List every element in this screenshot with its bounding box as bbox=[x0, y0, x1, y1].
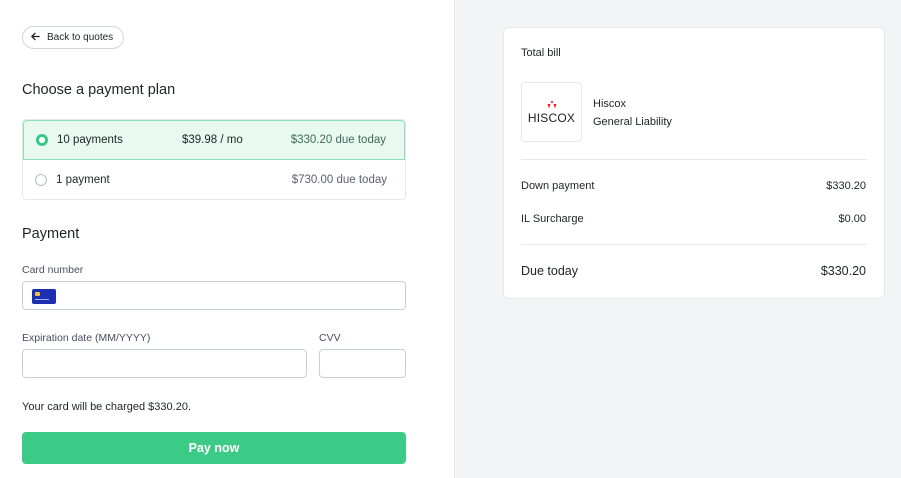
divider bbox=[521, 159, 867, 160]
payment-section-title: Payment bbox=[22, 226, 80, 242]
down-payment-value: $330.20 bbox=[826, 180, 866, 192]
policy-product: General Liability bbox=[593, 116, 672, 128]
charge-note-suffix: . bbox=[187, 401, 191, 413]
credit-card-icon bbox=[32, 289, 56, 304]
plan-due-today: $730.00 due today bbox=[291, 174, 387, 186]
plan-label: 1 payment bbox=[56, 174, 110, 186]
surcharge-value: $0.00 bbox=[838, 213, 866, 225]
plan-section-title: Choose a payment plan bbox=[22, 82, 176, 98]
plan-option-1-payment[interactable]: 1 payment $730.00 due today bbox=[23, 160, 405, 199]
pay-now-button[interactable]: Pay now bbox=[22, 432, 406, 464]
arrow-left-icon bbox=[30, 31, 41, 45]
payment-plan-options: 10 payments $39.98 / mo $330.20 due toda… bbox=[22, 119, 406, 200]
hiscox-mark-icon bbox=[547, 99, 556, 108]
back-to-quotes-button[interactable]: Back to quotes bbox=[22, 26, 124, 49]
carrier-logo-text: HISCOX bbox=[527, 110, 576, 125]
expiration-date-field[interactable] bbox=[22, 349, 307, 378]
card-number-field[interactable] bbox=[22, 281, 406, 310]
plan-monthly-amount: $39.98 / mo bbox=[182, 134, 243, 146]
plan-label: 10 payments bbox=[57, 134, 123, 146]
due-today-value: $330.20 bbox=[820, 264, 866, 278]
charge-note: Your card will be charged $330.20. bbox=[22, 401, 191, 413]
expiration-date-label: Expiration date (MM/YYYY) bbox=[22, 332, 151, 344]
card-number-label: Card number bbox=[22, 264, 84, 276]
cvv-field[interactable] bbox=[319, 349, 406, 378]
charge-note-amount: $330.20 bbox=[148, 401, 188, 413]
back-to-quotes-label: Back to quotes bbox=[47, 32, 114, 43]
plan-option-10-payments[interactable]: 10 payments $39.98 / mo $330.20 due toda… bbox=[23, 120, 405, 160]
cvv-label: CVV bbox=[319, 332, 341, 344]
radio-selected-icon[interactable] bbox=[36, 134, 48, 146]
due-today-label: Due today bbox=[521, 264, 578, 278]
carrier-logo: HISCOX bbox=[521, 82, 582, 142]
radio-unselected-icon[interactable] bbox=[35, 174, 47, 186]
plan-due-today: $330.20 due today bbox=[290, 134, 386, 146]
total-bill-card: Total bill HISCOX Hiscox General Liabili… bbox=[503, 27, 885, 299]
checkout-panel: Back to quotes Choose a payment plan 10 … bbox=[0, 0, 454, 478]
down-payment-label: Down payment bbox=[521, 180, 595, 192]
carrier-name: Hiscox bbox=[593, 98, 627, 110]
surcharge-label: IL Surcharge bbox=[521, 213, 584, 225]
divider bbox=[521, 244, 867, 245]
charge-note-prefix: Your card will be charged bbox=[22, 401, 149, 413]
total-bill-title: Total bill bbox=[521, 47, 561, 59]
